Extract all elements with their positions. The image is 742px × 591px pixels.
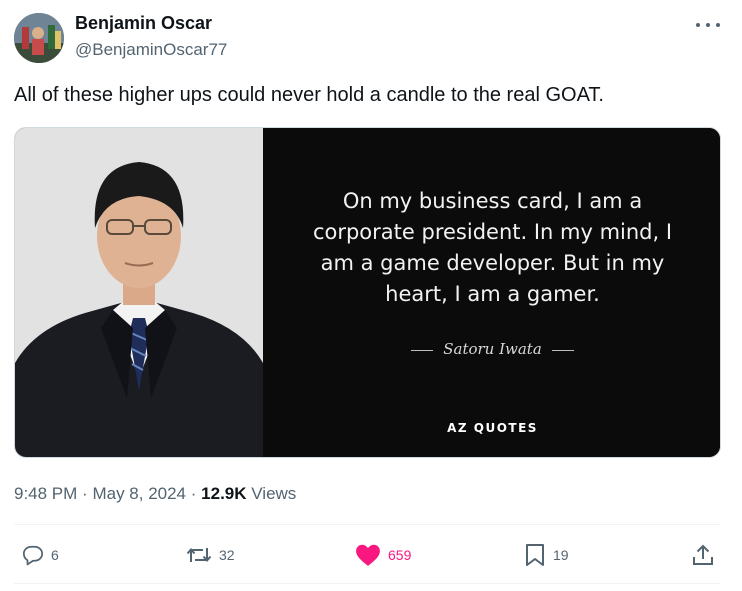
divider xyxy=(14,583,720,584)
quote-line: corporate president. In my mind, I xyxy=(312,220,673,244)
tweet: Benjamin Oscar @BenjaminOscar77 All of t… xyxy=(0,0,742,591)
tweet-meta: 9:48 PM · May 8, 2024 · 12.9K Views xyxy=(14,484,296,504)
quote-line: heart, I am a gamer. xyxy=(385,282,600,306)
share-icon xyxy=(693,544,713,565)
author-handle[interactable]: @BenjaminOscar77 xyxy=(75,40,227,60)
views-label: Views xyxy=(251,484,297,503)
brand-logo: AZ QUOTES xyxy=(447,421,538,435)
portrait-photo xyxy=(15,128,263,457)
tweet-time[interactable]: 9:48 PM xyxy=(14,484,77,503)
views-count: 12.9K xyxy=(201,484,247,503)
like-count: 659 xyxy=(388,547,412,563)
like-button[interactable]: 659 xyxy=(355,540,411,570)
quote-author: Satoru Iwata xyxy=(263,340,720,358)
reply-count: 6 xyxy=(51,547,59,563)
quote-line: On my business card, I am a xyxy=(342,189,643,213)
reply-button[interactable]: 6 xyxy=(22,540,59,570)
action-bar: 6 32 659 19 xyxy=(0,540,742,570)
reply-icon xyxy=(22,545,44,566)
quote-line: am a game developer. But in my xyxy=(320,251,665,275)
tweet-text: All of these higher ups could never hold… xyxy=(14,84,604,106)
divider xyxy=(14,524,720,525)
quote-panel: On my business card, I am a corporate pr… xyxy=(263,128,720,457)
bookmark-button[interactable]: 19 xyxy=(524,540,569,570)
tweet-date[interactable]: May 8, 2024 xyxy=(92,484,186,503)
bookmark-icon xyxy=(526,544,544,566)
repost-icon xyxy=(186,547,212,563)
avatar[interactable] xyxy=(14,13,64,63)
tweet-media[interactable]: On my business card, I am a corporate pr… xyxy=(14,127,721,458)
repost-button[interactable]: 32 xyxy=(186,540,235,570)
repost-count: 32 xyxy=(219,547,235,563)
meta-separator: · xyxy=(82,484,88,503)
share-button[interactable] xyxy=(692,540,714,570)
meta-separator: · xyxy=(190,484,197,503)
author-name[interactable]: Benjamin Oscar xyxy=(75,13,212,34)
quote-text: On my business card, I am a corporate pr… xyxy=(293,186,692,310)
more-icon[interactable] xyxy=(696,16,720,34)
avatar-image xyxy=(14,13,64,63)
quote-author-name: Satoru Iwata xyxy=(443,340,542,358)
bookmark-count: 19 xyxy=(553,547,569,563)
like-icon xyxy=(356,544,380,566)
